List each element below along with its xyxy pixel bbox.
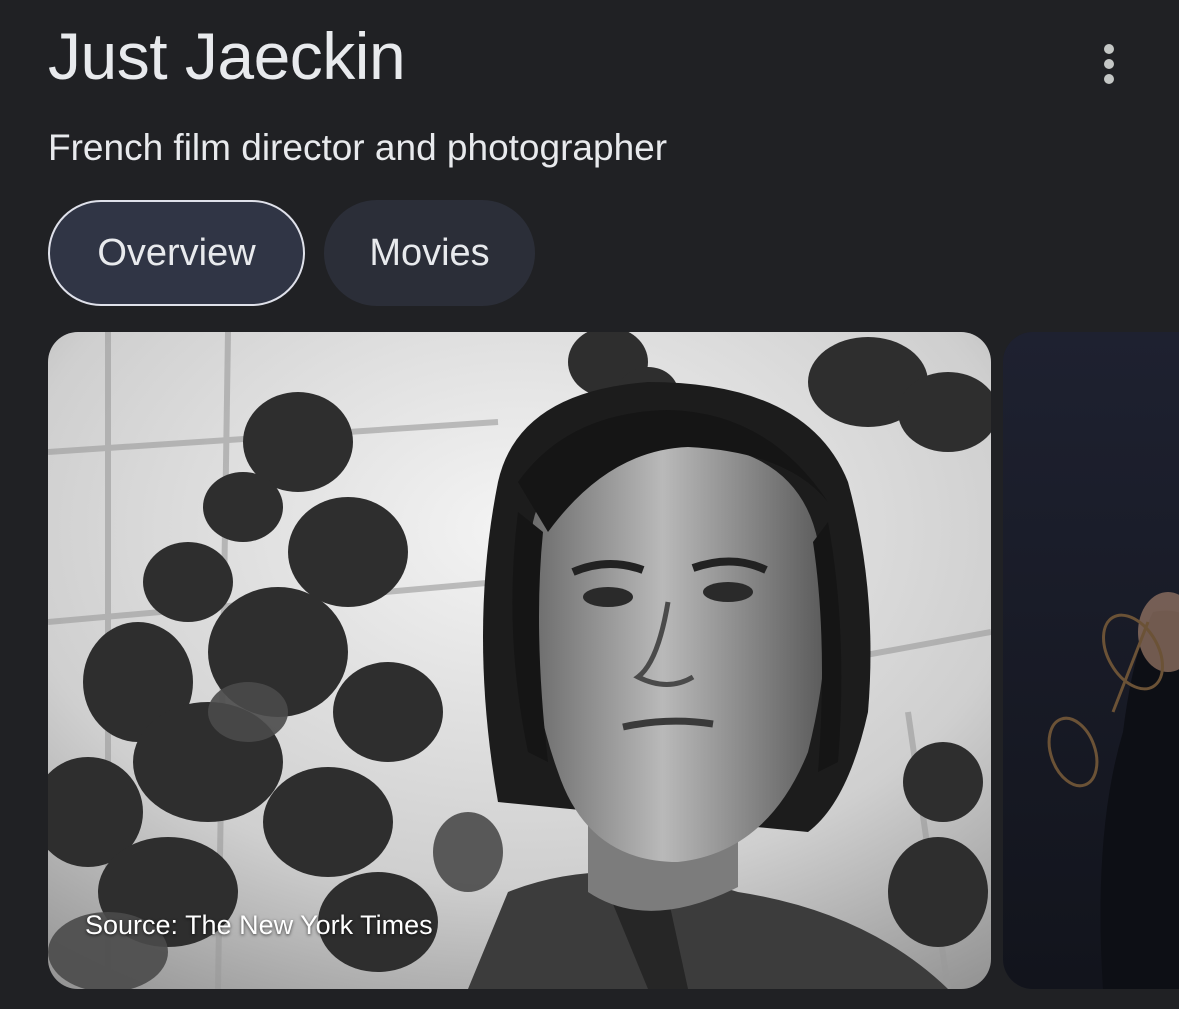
entity-title: Just Jaeckin <box>48 19 406 93</box>
image-source-caption: Source: The New York Times <box>85 910 433 940</box>
more-options-button[interactable] <box>1084 36 1134 92</box>
image-card-primary[interactable]: Source: The New York Times <box>48 332 991 989</box>
tab-overview[interactable]: Overview <box>48 200 305 306</box>
tab-movies[interactable]: Movies <box>324 200 535 306</box>
tab-bar: Overview Movies <box>48 200 535 306</box>
knowledge-panel: Just Jaeckin French film director and ph… <box>0 0 1179 1009</box>
entity-description: French film director and photographer <box>48 127 668 168</box>
portrait-photo <box>48 332 991 989</box>
image-card-secondary[interactable] <box>1003 332 1179 989</box>
portrait-photo <box>1003 332 1179 989</box>
more-vert-icon <box>1104 44 1114 84</box>
